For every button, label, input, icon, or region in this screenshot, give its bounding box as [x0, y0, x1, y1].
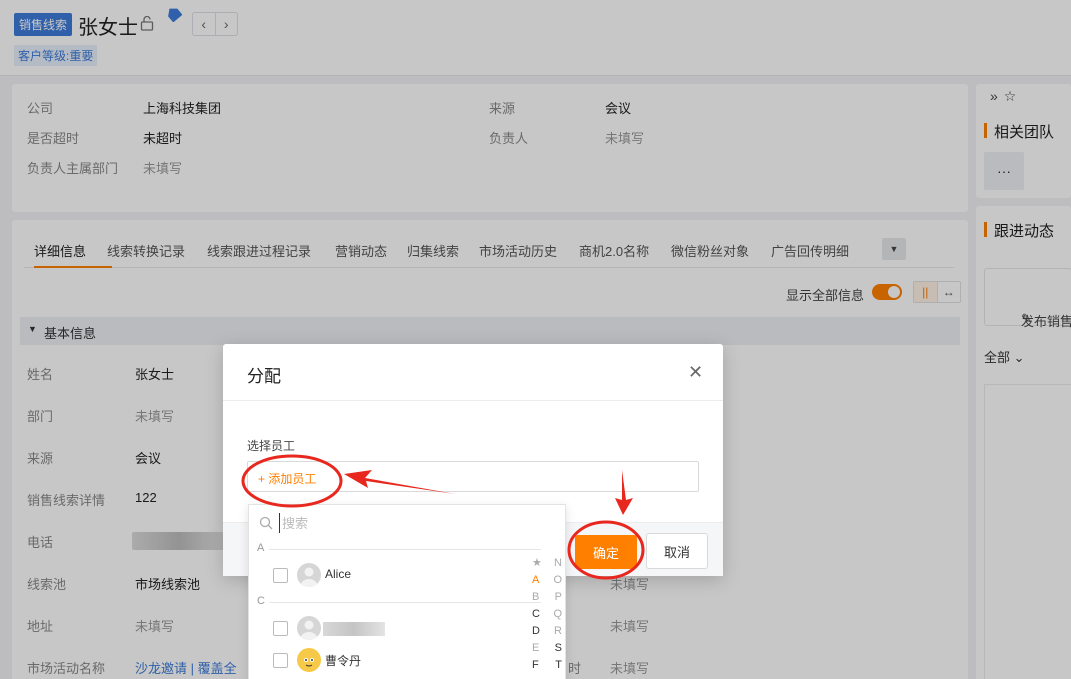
group-letter: A [257, 542, 265, 554]
index-letter[interactable]: R [554, 623, 562, 640]
index-letter[interactable]: ★ [532, 555, 542, 572]
employee-item[interactable]: Alice [273, 563, 523, 587]
search-input[interactable] [279, 513, 549, 533]
index-letter[interactable]: D [532, 623, 540, 640]
close-icon[interactable]: ✕ [688, 362, 703, 383]
avatar [297, 563, 321, 587]
user-icon [300, 620, 318, 640]
group-divider [269, 602, 541, 603]
index-letter[interactable]: E [532, 640, 539, 657]
index-letter[interactable]: C [532, 606, 540, 623]
employee-item[interactable]: 曹令丹 [273, 648, 523, 672]
index-letter[interactable]: O [553, 572, 562, 589]
user-icon [300, 567, 318, 587]
index-letter[interactable]: Q [553, 606, 562, 623]
index-letter[interactable]: F [532, 657, 539, 674]
dialog-divider [223, 400, 723, 401]
index-letter[interactable]: N [554, 555, 562, 572]
employee-checkbox[interactable] [273, 653, 288, 668]
group-divider [269, 549, 541, 550]
dialog-title: 分配 [247, 367, 281, 386]
avatar [297, 648, 321, 672]
employee-checkbox[interactable] [273, 568, 288, 583]
employee-name: Alice [325, 567, 352, 581]
index-letter[interactable]: B [532, 589, 539, 606]
index-letter[interactable]: T [555, 657, 562, 674]
alphabet-index: ★ N AO BP CQ DR ES FT [532, 555, 562, 674]
employee-item[interactable] [273, 616, 523, 640]
confirm-button[interactable]: 确定 [575, 535, 637, 569]
cartoon-avatar-icon [300, 652, 318, 670]
select-employee-label: 选择员工 [247, 439, 296, 453]
employee-name: 曹令丹 [325, 654, 362, 668]
employee-name-redacted [323, 622, 385, 636]
employee-selector[interactable]: + 添加员工 [247, 461, 699, 492]
cancel-button[interactable]: 取消 [646, 533, 708, 569]
index-letter[interactable]: A [532, 572, 539, 589]
employee-dropdown: A Alice C 曹令丹 ★N AO BP CQ DR ES FT [248, 504, 566, 679]
index-letter[interactable]: P [555, 589, 562, 606]
group-letter: C [257, 595, 265, 607]
add-employee-button[interactable]: + 添加员工 [258, 470, 316, 487]
search-icon [259, 516, 273, 530]
employee-checkbox[interactable] [273, 621, 288, 636]
index-letter[interactable]: S [555, 640, 562, 657]
search-row [257, 513, 557, 535]
avatar [297, 616, 321, 640]
